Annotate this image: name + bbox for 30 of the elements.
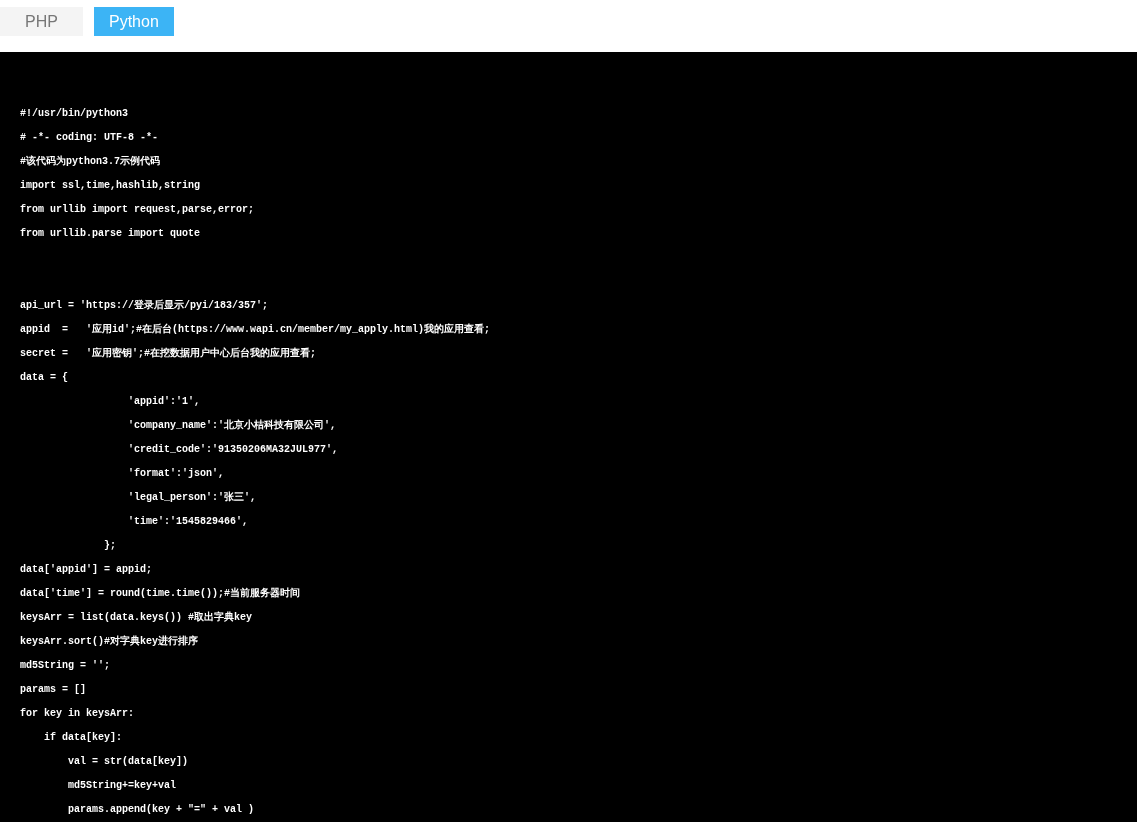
language-tab[interactable]: Python xyxy=(94,7,174,36)
code-line: from urllib import request,parse,error; xyxy=(20,202,255,217)
language-tab[interactable]: PHP xyxy=(0,7,83,36)
code-line: }; xyxy=(103,538,116,553)
code-line: keysArr = list(data.keys()) #取出字典key xyxy=(20,610,253,625)
code-line: 'time':'1545829466', xyxy=(127,514,249,529)
code-line: import ssl,time,hashlib,string xyxy=(20,178,201,193)
code-line: data = { xyxy=(20,370,68,385)
code-line: secret = '应用密钥';#在挖数据用户中心后台我的应用查看; xyxy=(20,346,316,361)
code-line: val = str(data[key]) xyxy=(67,754,189,769)
code-line: md5String = ''; xyxy=(20,658,110,673)
code-line: keysArr.sort()#对字典key进行排序 xyxy=(20,634,199,649)
code-line: #!/usr/bin/python3 xyxy=(20,106,129,121)
code-line: 'format':'json', xyxy=(127,466,225,481)
code-line: #该代码为python3.7示例代码 xyxy=(20,154,160,169)
code-line: params = [] xyxy=(20,682,86,697)
code-line: 'company_name':'北京小桔科技有限公司', xyxy=(127,418,337,433)
code-line: params.append(key + "=" + val ) xyxy=(67,802,255,817)
code-line: data['time'] = round(time.time());#当前服务器时间 xyxy=(20,586,301,601)
code-line: # -*- coding: UTF-8 -*- xyxy=(20,130,159,145)
code-line: data['appid'] = appid; xyxy=(20,562,153,577)
code-line: appid = '应用id';#在后台(https://www.wapi.cn/member/my_apply.html)我的应用查看; xyxy=(20,322,491,337)
code-line: 'legal_person':'张三', xyxy=(127,490,257,505)
code-line: from urllib.parse import quote xyxy=(20,226,201,241)
code-line: md5String+=key+val xyxy=(67,778,177,793)
code-line: if data[key]: xyxy=(43,730,123,745)
code-line: 'appid':'1', xyxy=(127,394,201,409)
code-line: api_url = 'https://登录后显示/pyi/183/357'; xyxy=(20,298,269,313)
code-line: 'credit_code':'91350206MA32JUL977', xyxy=(127,442,339,457)
code-line: for key in keysArr: xyxy=(20,706,135,721)
